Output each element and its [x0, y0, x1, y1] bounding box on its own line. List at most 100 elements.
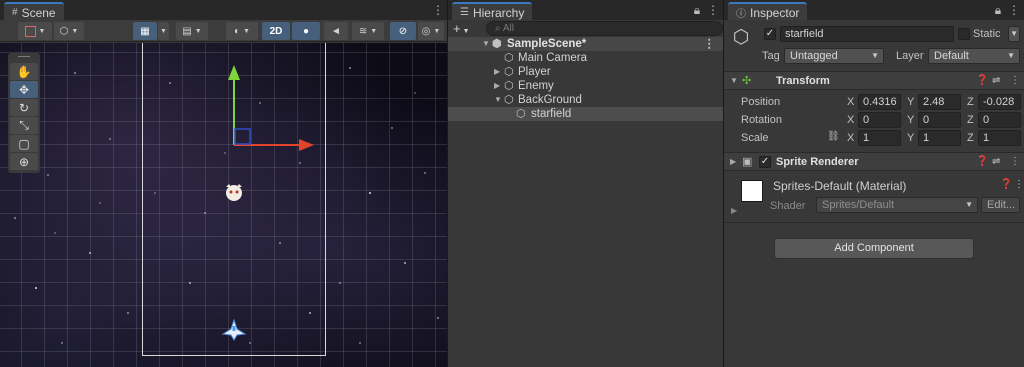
scale-z-field[interactable]: 1	[978, 130, 1021, 146]
shader-label: Shader	[770, 200, 806, 212]
effects-button[interactable]: ≋ ▼	[352, 22, 384, 40]
gizmos-button[interactable]: ◎ ▼	[418, 22, 444, 40]
static-dropdown[interactable]: ▼	[1008, 26, 1020, 42]
more-options-icon[interactable]: ⋮	[1010, 156, 1020, 167]
axis-z-label: Z	[967, 132, 974, 144]
tab-scene[interactable]: # Scene	[4, 2, 64, 20]
object-name-field[interactable]: starfield	[780, 26, 954, 42]
transform-icon: ✣	[742, 75, 752, 87]
scale-tool-button[interactable]: ⤡	[10, 117, 38, 134]
pivot-button[interactable]: ⬡ ▼	[54, 22, 84, 40]
expand-arrow-icon[interactable]: ▶	[730, 157, 736, 166]
more-options-icon[interactable]: ⋮	[432, 3, 444, 17]
list-item-label: Enemy	[518, 80, 554, 92]
help-icon[interactable]: ❓	[1000, 179, 1012, 190]
add-component-button[interactable]: Add Component	[774, 238, 974, 259]
move-icon: ✥	[18, 82, 30, 97]
player-sprite[interactable]	[221, 319, 247, 341]
tab-hierarchy[interactable]: ☰ Hierarchy	[452, 2, 533, 20]
create-button[interactable]: + ▼	[453, 21, 470, 36]
rotate-tool-button[interactable]: ↻	[10, 99, 38, 116]
scale-label: Scale	[741, 132, 769, 144]
expand-arrow-icon[interactable]: ▼	[494, 93, 502, 107]
help-icon[interactable]: ❓	[976, 75, 988, 86]
axis-x-label: X	[847, 132, 855, 144]
presets-icon[interactable]: ⇌	[992, 75, 1000, 86]
help-icon[interactable]: ❓	[976, 156, 988, 167]
audio-button[interactable]: ◄	[324, 22, 348, 40]
scale-x-field[interactable]: 1	[858, 130, 901, 146]
mode-2d-button[interactable]: 2D	[262, 22, 290, 40]
z-plane-handle[interactable]	[234, 128, 251, 145]
list-item-label: Main Camera	[518, 52, 588, 64]
position-z-field[interactable]: -0.028	[978, 94, 1021, 110]
grid-snap-dropdown[interactable]: ▼	[158, 22, 169, 40]
lighting-button[interactable]: ●	[292, 22, 320, 40]
rect-tool-button[interactable]: ▢	[10, 135, 38, 152]
add-icon: +	[453, 21, 461, 36]
tag-dropdown[interactable]: Untagged ▼	[784, 48, 884, 64]
snap-increment-button[interactable]: ▤ ▼	[176, 22, 208, 40]
panel-separator[interactable]	[723, 0, 724, 367]
list-item[interactable]: ⬡ Main Camera	[448, 51, 723, 65]
expand-arrow-icon[interactable]: ▼	[730, 76, 738, 85]
list-item[interactable]: ▶ ⬡ Player	[448, 65, 723, 79]
static-checkbox[interactable]	[958, 28, 970, 40]
expand-arrow-icon[interactable]: ▶	[731, 206, 737, 215]
shader-edit-button[interactable]: Edit...	[981, 197, 1020, 213]
hidden-objects-button[interactable]: ⊘	[390, 22, 416, 40]
draw-mode-button[interactable]: ◐ ▼	[226, 22, 258, 40]
lock-icon[interactable]: 🔒︎	[992, 3, 1004, 17]
expand-arrow-icon[interactable]: ▼	[482, 37, 490, 51]
axis-y-label: Y	[907, 132, 915, 144]
tool-handle-button[interactable]: ▼	[18, 22, 52, 40]
hierarchy-search-input[interactable]: ⌕ All	[486, 21, 723, 36]
layer-value: Default	[934, 50, 969, 62]
list-item[interactable]: ▶ ⬡ Enemy	[448, 79, 723, 93]
object-header: ⬡ ✓ starfield Static ▼ Tag Untagged ▼ La…	[724, 20, 1024, 70]
constrain-proportions-icon[interactable]: ⛓	[827, 131, 840, 142]
expand-arrow-icon[interactable]: ▶	[494, 65, 500, 79]
lock-icon[interactable]: 🔒︎	[691, 3, 703, 17]
edit-label: Edit...	[987, 199, 1016, 211]
move-tool-button[interactable]: ✥	[10, 81, 38, 98]
shader-dropdown[interactable]: Sprites/Default ▼	[816, 197, 978, 213]
position-label: Position	[741, 96, 781, 108]
scale-y-field[interactable]: 1	[918, 130, 961, 146]
scene-root-row[interactable]: ▼ ⬢ SampleScene* ⋮	[448, 37, 723, 51]
rotation-x-field[interactable]: 0	[858, 112, 901, 128]
list-item[interactable]: ▼ ⬡ BackGround	[448, 93, 723, 107]
more-options-icon[interactable]: ⋮	[1014, 179, 1024, 190]
y-axis-arrow[interactable]	[228, 65, 240, 80]
list-item-selected[interactable]: ⬡ starfield	[448, 107, 723, 121]
active-checkbox[interactable]: ✓	[764, 28, 776, 40]
more-options-icon[interactable]: ⋮	[1008, 3, 1020, 17]
hand-tool-button[interactable]: ✋	[10, 63, 38, 80]
expand-arrow-icon[interactable]: ▶	[494, 79, 500, 93]
rotation-y-field[interactable]: 0	[918, 112, 961, 128]
tag-value: Untagged	[790, 50, 838, 62]
gameobject-cube-icon: ⬡	[732, 27, 750, 48]
more-options-icon[interactable]: ⋮	[704, 37, 716, 51]
rotation-z-field[interactable]: 0	[978, 112, 1021, 128]
cube-icon: ⬡	[504, 80, 514, 92]
more-options-icon[interactable]: ⋮	[707, 3, 719, 17]
more-options-icon[interactable]: ⋮	[1010, 75, 1020, 86]
presets-icon[interactable]: ⇌	[992, 156, 1000, 167]
layer-dropdown[interactable]: Default ▼	[928, 48, 1020, 64]
position-y-field[interactable]: 2.48	[918, 94, 961, 110]
palette-grip[interactable]	[18, 56, 30, 59]
sprite-renderer-header[interactable]: ▶ ▣ ✓ Sprite Renderer ❓ ⇌ ⋮	[724, 152, 1024, 171]
position-x-field[interactable]: 0.4316	[858, 94, 901, 110]
list-item-label: starfield	[531, 108, 572, 120]
transform-header[interactable]: ▼ ✣ Transform ❓ ⇌ ⋮	[724, 71, 1024, 90]
scene-viewport[interactable]: ✋ ✥ ↻ ⤡ ▢ ⊕	[0, 43, 447, 367]
tab-inspector[interactable]: ⓘ Inspector	[728, 2, 808, 20]
sprite-renderer-enabled-checkbox[interactable]: ✓	[759, 156, 771, 168]
x-axis-arrow[interactable]	[299, 139, 314, 151]
panel-separator[interactable]	[447, 0, 448, 367]
grid-snap-button[interactable]: ▦	[133, 22, 157, 40]
position-x-value: 0.4316	[863, 96, 897, 108]
transform-tool-button[interactable]: ⊕	[10, 153, 38, 170]
enemy-sprite[interactable]	[223, 182, 245, 204]
